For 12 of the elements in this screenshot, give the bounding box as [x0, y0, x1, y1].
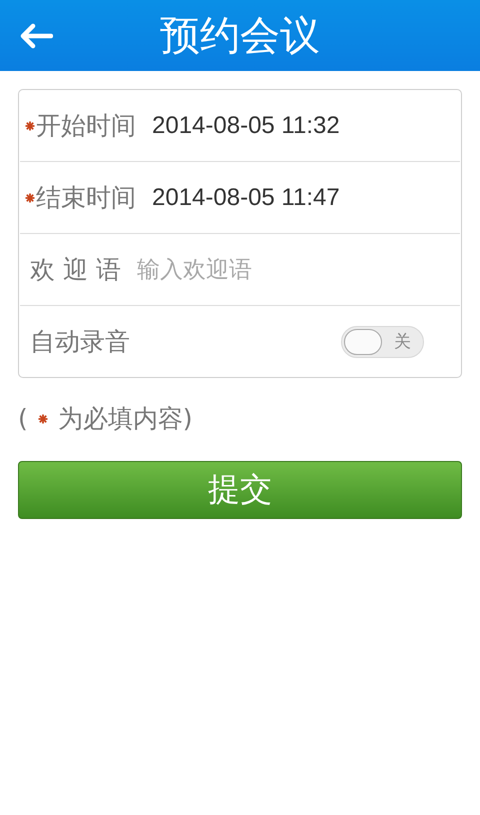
note-text: ( — [18, 404, 28, 433]
welcome-input-field[interactable]: 输入欢迎语 — [136, 256, 450, 282]
note-text: 为必填内容) — [58, 403, 193, 435]
required-star-icon — [38, 414, 48, 424]
back-arrow-icon — [19, 22, 53, 48]
field-label: 欢 迎 语 — [30, 254, 121, 286]
field-label: 开始时间 — [36, 110, 136, 142]
field-label: 自动录音 — [30, 326, 130, 358]
date-time-value[interactable]: 2014-08-05 11:32 — [152, 112, 340, 140]
page-title: 预约会议 — [160, 12, 320, 61]
field-label: 结束时间 — [36, 182, 136, 214]
date-time-value[interactable]: 2014-08-05 11:47 — [152, 184, 340, 212]
